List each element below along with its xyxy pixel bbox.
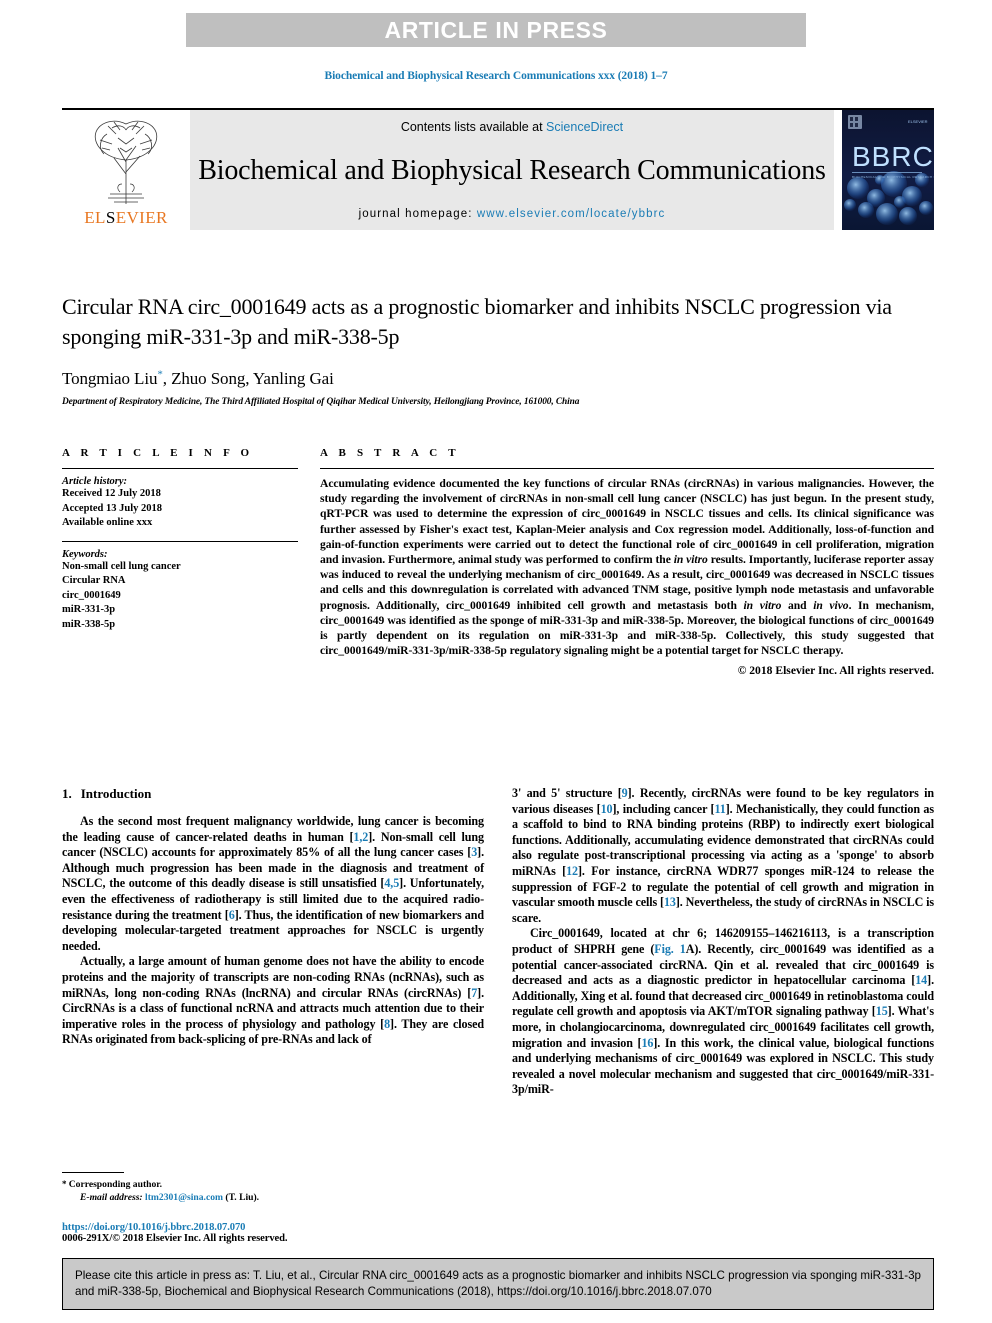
- citation-ref[interactable]: 6: [229, 908, 235, 922]
- intro-paragraph-1: As the second most frequent malignancy w…: [62, 814, 484, 953]
- intro-paragraph-3: 3' and 5' structure [9]. Recently, circR…: [512, 786, 935, 925]
- keyword-item: circ_0001649: [62, 589, 121, 601]
- article-info-rule-mid: [62, 540, 298, 542]
- keyword-item: miR-338-5p: [62, 618, 116, 630]
- title-block: Circular RNA circ_0001649 acts as a prog…: [62, 292, 934, 407]
- citation-ref[interactable]: 13: [664, 895, 676, 909]
- citation-ref[interactable]: 1,2: [353, 830, 368, 844]
- article-info-rule-top: [62, 468, 298, 469]
- article-info-column: A R T I C L E I N F O Article history: R…: [62, 447, 298, 677]
- article-history-accepted: Accepted 13 July 2018: [62, 502, 163, 514]
- author-list: Tongmiao Liu*, Zhuo Song, Yanling Gai: [62, 368, 934, 389]
- svg-text:ELSEVIER: ELSEVIER: [908, 119, 928, 124]
- elsevier-wordmark: ELSEVIER: [84, 208, 168, 227]
- asterisk-icon: *: [62, 1179, 69, 1189]
- citation-ref[interactable]: 11: [714, 802, 725, 816]
- corresponding-author-marker: *: [157, 368, 163, 380]
- contents-lists-line: Contents lists available at ScienceDirec…: [401, 120, 623, 134]
- abstract-rule: [320, 468, 934, 469]
- email-link[interactable]: ltm2301@sina.com: [145, 1192, 223, 1203]
- journal-reference-line: Biochemical and Biophysical Research Com…: [324, 70, 668, 82]
- issn-copyright-line: 0006-291X/© 2018 Elsevier Inc. All right…: [62, 1233, 288, 1244]
- article-history-label: Article history:: [62, 476, 128, 487]
- corresponding-author-note: * Corresponding author.: [62, 1178, 484, 1191]
- keyword-item: Circular RNA: [62, 575, 126, 586]
- email-note: E-mail address: ltm2301@sina.com (T. Liu…: [62, 1191, 484, 1204]
- section-heading-introduction: 1. Introduction: [62, 786, 484, 802]
- citation-ref[interactable]: 3: [471, 845, 477, 859]
- citation-ref[interactable]: 7: [471, 986, 477, 1000]
- keyword-item: miR-331-3p: [62, 604, 116, 615]
- figure-ref[interactable]: Fig. 1: [654, 942, 686, 956]
- svg-text:BBRC: BBRC: [852, 141, 934, 172]
- page-title: Circular RNA circ_0001649 acts as a prog…: [62, 294, 892, 349]
- body-columns: 1. Introduction As the second most freque…: [62, 786, 934, 1098]
- intro-paragraph-2: Actually, a large amount of human genome…: [62, 954, 484, 1047]
- corresponding-author-text: Corresponding author.: [68, 1179, 163, 1190]
- journal-homepage-link[interactable]: www.elsevier.com/locate/ybbrc: [477, 208, 666, 220]
- info-abstract-region: A R T I C L E I N F O Article history: R…: [62, 447, 934, 677]
- article-in-press-banner: ARTICLE IN PRESS: [186, 13, 806, 47]
- article-history-received: Received 12 July 2018: [62, 488, 161, 499]
- article-in-press-label: ARTICLE IN PRESS: [384, 16, 608, 43]
- contents-prefix: Contents lists available at: [400, 120, 547, 134]
- citation-ref[interactable]: 8: [384, 1017, 390, 1031]
- abstract-text: Accumulating evidence documented the key…: [320, 477, 935, 658]
- citation-ref[interactable]: 15: [876, 1004, 888, 1018]
- body-column-right: 3' and 5' structure [9]. Recently, circR…: [512, 786, 934, 1098]
- citation-ref[interactable]: 4,5: [384, 876, 399, 890]
- doi-block: https://doi.org/10.1016/j.bbrc.2018.07.0…: [62, 1222, 492, 1244]
- author-affiliation: Department of Respiratory Medicine, The …: [62, 396, 580, 407]
- citation-ref[interactable]: 10: [601, 802, 613, 816]
- bbrc-journal-cover: ELSEVIER BBRC BIOCHEMICAL AND BIOPHYSICA…: [842, 110, 934, 230]
- masthead-center: Contents lists available at ScienceDirec…: [190, 110, 834, 230]
- sciencedirect-link[interactable]: ScienceDirect: [546, 120, 623, 134]
- email-label: E-mail address:: [80, 1192, 143, 1203]
- article-info-heading: A R T I C L E I N F O: [62, 447, 254, 459]
- citation-ref[interactable]: 12: [566, 864, 578, 878]
- elsevier-logo: ELSEVIER: [62, 110, 190, 230]
- keywords-label: Keywords:: [62, 548, 108, 560]
- elsevier-tree-icon: [94, 120, 158, 204]
- abstract-copyright: © 2018 Elsevier Inc. All rights reserved…: [737, 664, 934, 678]
- bbrc-cover-art: ELSEVIER BBRC BIOCHEMICAL AND BIOPHYSICA…: [842, 110, 934, 230]
- footnote-divider: [62, 1172, 124, 1173]
- section-title-text: Introduction: [80, 786, 152, 801]
- email-owner: (T. Liu).: [225, 1192, 260, 1203]
- intro-paragraph-4: Circ_0001649, located at chr 6; 14620915…: [512, 926, 935, 1097]
- citation-ref[interactable]: 9: [622, 786, 628, 800]
- article-history-online: Available online xxx: [62, 517, 153, 528]
- journal-homepage-line: journal homepage: www.elsevier.com/locat…: [359, 208, 666, 220]
- abstract-column: A B S T R A C T Accumulating evidence do…: [320, 447, 934, 677]
- keyword-item: Non-small cell lung cancer: [62, 560, 181, 572]
- svg-text:BIOCHEMICAL AND BIOPHYSICAL RE: BIOCHEMICAL AND BIOPHYSICAL RESEARCH COM…: [852, 175, 934, 179]
- citation-box: Please cite this article in press as: T.…: [62, 1258, 934, 1310]
- footnote-block: * Corresponding author. E-mail address: …: [62, 1172, 484, 1204]
- paper-page: ARTICLE IN PRESS Biochemical and Biophys…: [0, 0, 992, 1323]
- citation-ref[interactable]: 14: [915, 973, 927, 987]
- citation-text: Please cite this article in press as: T.…: [75, 1269, 921, 1298]
- authors-names: Tongmiao Liu*, Zhuo Song, Yanling Gai: [62, 368, 334, 388]
- doi-link[interactable]: https://doi.org/10.1016/j.bbrc.2018.07.0…: [62, 1222, 492, 1233]
- journal-masthead: ELSEVIER Contents lists available at Sci…: [62, 108, 934, 232]
- citation-ref[interactable]: 16: [641, 1036, 653, 1050]
- section-number: 1.: [62, 786, 72, 801]
- journal-title: Biochemical and Biophysical Research Com…: [198, 155, 826, 186]
- abstract-heading: A B S T R A C T: [320, 447, 460, 459]
- homepage-prefix: journal homepage:: [358, 208, 477, 220]
- body-column-left: 1. Introduction As the second most freque…: [62, 786, 484, 1098]
